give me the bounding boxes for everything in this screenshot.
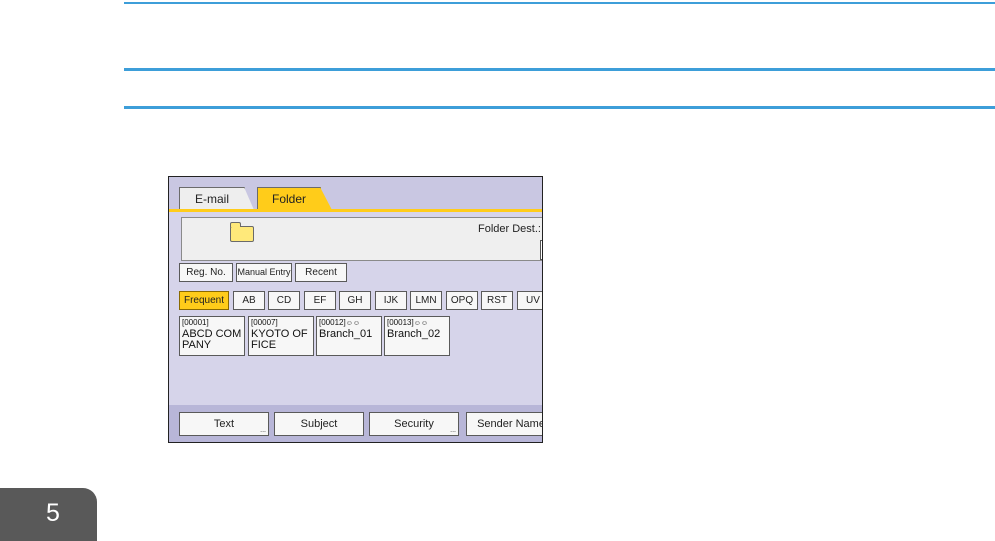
index-ijk[interactable]: IJK xyxy=(375,291,407,310)
text-button-label: Text xyxy=(213,418,235,430)
destination-entry[interactable]: [00007] KYOTO OFFICE xyxy=(248,316,314,356)
destination-entry[interactable]: [00013]☺☺ Branch_02 xyxy=(384,316,450,356)
security-button-label: Security xyxy=(394,418,434,430)
header-rule-top xyxy=(124,2,995,4)
index-uv[interactable]: UV xyxy=(517,291,542,310)
security-button[interactable]: Security... xyxy=(369,412,459,436)
folder-destination-label: Folder Dest.: xyxy=(478,223,541,235)
chapter-number: 5 xyxy=(46,499,60,527)
chapter-tab: 5 xyxy=(0,488,97,541)
reg-no-button[interactable]: Reg. No. xyxy=(179,263,233,282)
folder-destination-area: Folder Dest.: xyxy=(181,217,542,261)
bottom-toolbar: Text... Subject Security... Sender Name xyxy=(169,405,542,442)
recent-button[interactable]: Recent xyxy=(295,263,347,282)
index-cd[interactable]: CD xyxy=(268,291,300,310)
index-ab[interactable]: AB xyxy=(233,291,265,310)
index-opq[interactable]: OPQ xyxy=(446,291,478,310)
manual-entry-button[interactable]: Manual Entry xyxy=(236,263,292,282)
index-frequent[interactable]: Frequent xyxy=(179,291,229,310)
entry-name: Branch_02 xyxy=(387,328,441,340)
subject-button[interactable]: Subject xyxy=(274,412,364,436)
more-icon: ... xyxy=(260,427,266,434)
destination-entry[interactable]: [00012]☺☺ Branch_01 xyxy=(316,316,382,356)
entry-name: ABCD COMPANY xyxy=(182,328,242,351)
header-rule-bottom xyxy=(124,106,995,109)
destination-field[interactable] xyxy=(540,240,542,260)
sender-name-button[interactable]: Sender Name xyxy=(466,412,542,436)
index-ef[interactable]: EF xyxy=(304,291,336,310)
entry-name: KYOTO OFFICE xyxy=(251,328,308,351)
index-gh[interactable]: GH xyxy=(339,291,371,310)
tab-folder[interactable]: Folder xyxy=(257,187,332,210)
scanner-screen: E-mail Folder Folder Dest.: Reg. No. Man… xyxy=(168,176,543,443)
index-lmn[interactable]: LMN xyxy=(410,291,442,310)
tab-underline xyxy=(169,209,542,212)
destination-entry[interactable]: [00001] ABCD COMPANY xyxy=(179,316,245,356)
entry-name: Branch_01 xyxy=(319,328,373,340)
more-icon: ... xyxy=(450,427,456,434)
tab-bar: E-mail Folder xyxy=(169,177,542,212)
header-rule-middle xyxy=(124,68,995,71)
folder-icon xyxy=(230,222,254,242)
index-rst[interactable]: RST xyxy=(481,291,513,310)
tab-email[interactable]: E-mail xyxy=(179,187,254,210)
text-button[interactable]: Text... xyxy=(179,412,269,436)
